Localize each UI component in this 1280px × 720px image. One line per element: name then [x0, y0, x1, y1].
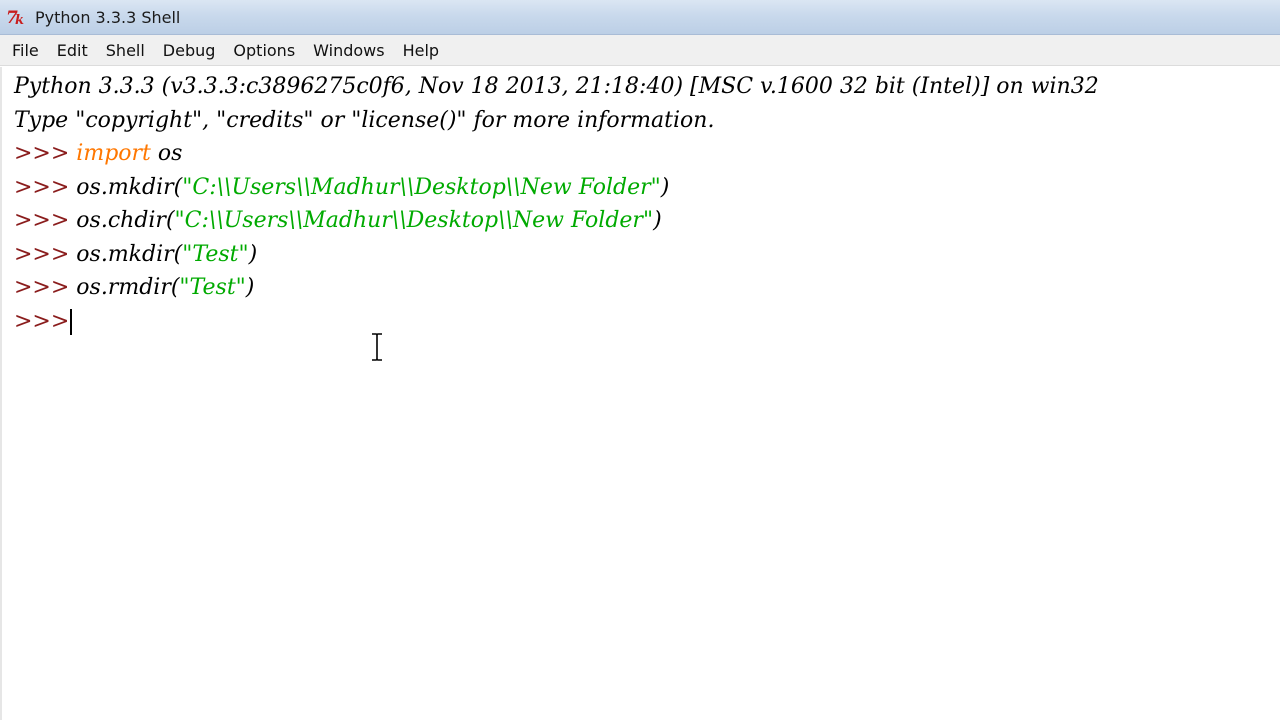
menu-edit[interactable]: Edit [48, 37, 97, 64]
banner-line: Type "copyright", "credits" or "license(… [14, 107, 715, 133]
code-string: "C:\\Users\\Madhur\\Desktop\\New Folder" [182, 174, 661, 200]
menu-debug[interactable]: Debug [154, 37, 225, 64]
tk-feather-icon: 7 k [4, 6, 30, 28]
code-text: os.mkdir( [76, 241, 183, 267]
input-line[interactable]: >>> [14, 305, 1280, 339]
history-line: >>> os.mkdir("C:\\Users\\Madhur\\Desktop… [14, 171, 1280, 205]
code-text: os [150, 141, 183, 166]
code-text: os.chdir( [76, 208, 175, 233]
code-text: os.mkdir( [76, 174, 183, 200]
window-title: Python 3.3.3 Shell [35, 7, 181, 27]
menu-file[interactable]: File [3, 37, 48, 64]
code-string: "Test" [182, 241, 249, 267]
code-text: os.rmdir( [76, 275, 180, 300]
history-line: >>> os.chdir("C:\\Users\\Madhur\\Desktop… [14, 204, 1280, 238]
menu-help[interactable]: Help [394, 37, 448, 64]
code-text: ) [653, 208, 662, 233]
shell-prompt: >>> [14, 275, 77, 300]
menu-options[interactable]: Options [224, 37, 304, 64]
code-text: ) [245, 275, 255, 300]
banner-line: Python 3.3.3 (v3.3.3:c3896275c0f6, Nov 1… [14, 74, 1099, 99]
menu-bar: File Edit Shell Debug Options Windows He… [0, 35, 1280, 66]
shell-prompt: >>> [14, 141, 77, 166]
svg-text:k: k [15, 13, 24, 27]
shell-prompt: >>> [14, 241, 77, 267]
history-line: >>> os.rmdir("Test") [14, 271, 1280, 305]
shell-prompt: >>> [14, 208, 77, 233]
shell-prompt: >>> [14, 308, 70, 334]
shell-text-area[interactable]: Python 3.3.3 (v3.3.3:c3896275c0f6, Nov 1… [0, 67, 1280, 720]
shell-prompt: >>> [14, 174, 77, 200]
menu-shell[interactable]: Shell [97, 37, 154, 64]
ibeam-cursor-icon [372, 333, 382, 361]
title-bar[interactable]: 7 k Python 3.3.3 Shell [0, 0, 1280, 35]
history-line: >>> os.mkdir("Test") [14, 238, 1280, 272]
code-string: "Test" [179, 275, 246, 300]
history-line: >>> import os [14, 137, 1280, 171]
text-caret [70, 308, 73, 335]
idle-shell-window: 7 k Python 3.3.3 Shell File Edit Shell D… [0, 0, 1280, 720]
code-text: ) [248, 241, 258, 267]
menu-windows[interactable]: Windows [304, 37, 393, 64]
code-string: "C:\\Users\\Madhur\\Desktop\\New Folder" [174, 208, 654, 233]
code-keyword: import [76, 141, 151, 166]
code-text: ) [660, 174, 670, 200]
